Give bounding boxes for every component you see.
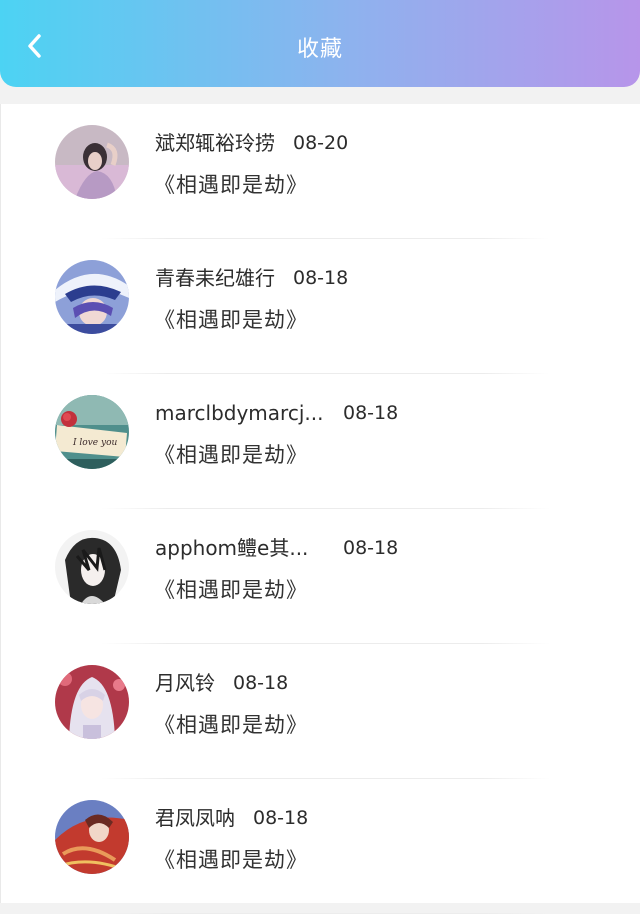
avatar[interactable]	[55, 800, 129, 874]
book-title: 《相遇即是劫》	[154, 443, 308, 467]
username: 斌郑辄裕玲捞	[155, 131, 275, 155]
username: 君凤凤呐	[155, 806, 235, 830]
username: 青春耒纪雄行	[155, 266, 275, 290]
username: 月风铃	[155, 671, 215, 695]
book-title: 《相遇即是劫》	[154, 308, 308, 332]
avatar[interactable]	[55, 530, 129, 604]
username: apphom鳢e其...	[155, 536, 309, 560]
page-title: 收藏	[296, 37, 343, 62]
top-bar: 收藏	[0, 0, 640, 87]
favorite-item[interactable]: 斌郑辄裕玲捞 08-20 《相遇即是劫》	[1, 104, 640, 239]
favorite-date: 08-18	[233, 672, 289, 694]
favorite-date: 08-18	[253, 807, 309, 829]
book-title: 《相遇即是劫》	[154, 173, 308, 197]
favorite-date: 08-18	[293, 267, 349, 289]
favorite-date: 08-20	[293, 132, 349, 154]
book-title: 《相遇即是劫》	[154, 713, 308, 737]
avatar[interactable]	[55, 125, 129, 199]
favorite-item[interactable]: I love you marclbdymarcj... 08-18 《相遇即是劫…	[1, 374, 640, 509]
favorites-list: 斌郑辄裕玲捞 08-20 《相遇即是劫》 青春耒纪雄行 08-18 《相遇即是劫…	[0, 104, 640, 914]
book-title: 《相遇即是劫》	[154, 578, 308, 602]
svg-text:I love you: I love you	[72, 438, 117, 448]
favorite-item[interactable]: apphom鳢e其... 08-18 《相遇即是劫》	[1, 509, 640, 644]
avatar[interactable]	[55, 260, 129, 334]
favorite-item[interactable]: 青春耒纪雄行 08-18 《相遇即是劫》	[1, 239, 640, 374]
book-title: 《相遇即是劫》	[154, 848, 308, 872]
favorite-date: 08-18	[343, 402, 399, 424]
avatar[interactable]: I love you	[55, 395, 129, 469]
avatar[interactable]	[55, 665, 129, 739]
favorite-item[interactable]: 月风铃 08-18 《相遇即是劫》	[1, 644, 640, 779]
favorite-date: 08-18	[343, 537, 399, 559]
favorite-item[interactable]: 君凤凤呐 08-18 《相遇即是劫》	[1, 779, 640, 914]
username: marclbdymarcj...	[155, 401, 324, 425]
